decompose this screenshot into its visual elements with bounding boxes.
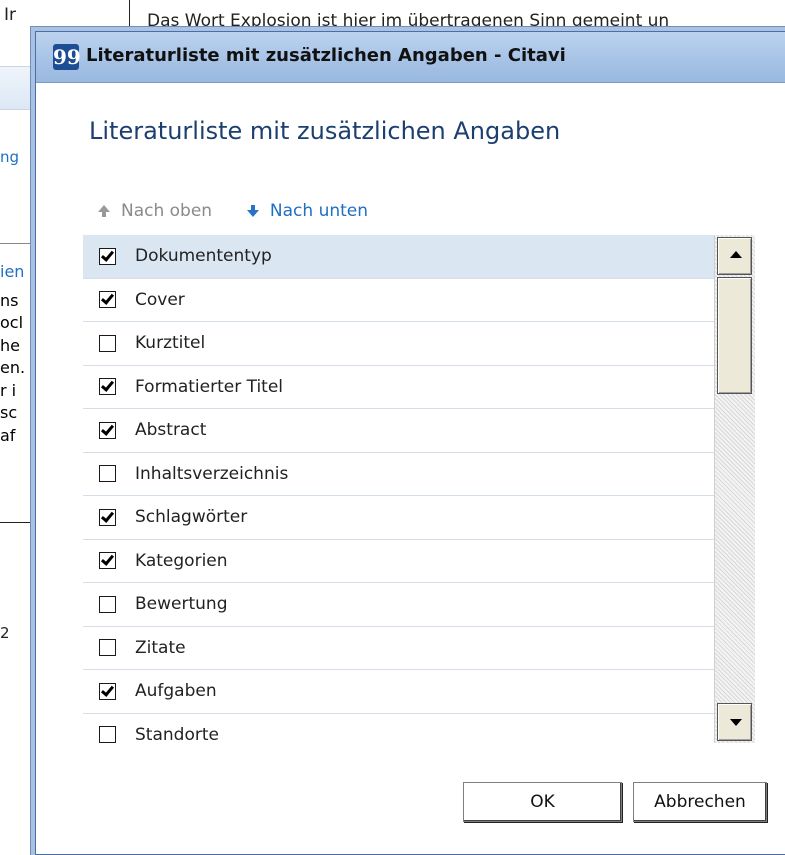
scroll-thumb[interactable] xyxy=(717,277,752,394)
item-label: Schlagwörter xyxy=(135,507,248,528)
list-item[interactable]: Abstract xyxy=(83,409,714,453)
item-checkbox[interactable] xyxy=(99,682,116,700)
background-number: 2 xyxy=(0,624,10,642)
background-link[interactable]: ng xyxy=(0,148,19,166)
scroll-down-button[interactable] xyxy=(717,703,752,741)
item-checkbox[interactable] xyxy=(99,595,116,613)
scroll-up-button[interactable] xyxy=(717,237,752,275)
background-line: he xyxy=(0,335,20,355)
list-item[interactable]: Dokumententyp xyxy=(83,235,714,279)
item-checkbox[interactable] xyxy=(99,465,116,483)
item-checkbox[interactable] xyxy=(99,334,116,352)
item-label: Standorte xyxy=(135,724,219,743)
list-item[interactable]: Cover xyxy=(83,279,714,322)
move-down-button[interactable]: Nach unten xyxy=(245,201,368,221)
citavi-dialog: 99 Literaturliste mit zusätzlichen Angab… xyxy=(35,31,785,855)
item-checkbox[interactable] xyxy=(99,726,116,743)
list-item[interactable]: Standorte xyxy=(83,714,714,743)
item-label: Formatierter Titel xyxy=(135,376,284,397)
item-label: Inhaltsverzeichnis xyxy=(135,463,289,484)
list-item[interactable]: Bewertung xyxy=(83,583,714,627)
item-checkbox[interactable] xyxy=(99,639,116,657)
list-item[interactable]: Kategorien xyxy=(83,540,714,583)
background-line: sc xyxy=(0,403,18,422)
list-item[interactable]: Inhaltsverzeichnis xyxy=(83,453,714,496)
item-label: Bewertung xyxy=(135,594,228,615)
item-label: Dokumententyp xyxy=(135,246,272,267)
move-toolbar: Nach oben Nach unten xyxy=(96,201,368,224)
list-item[interactable]: Zitate xyxy=(83,627,714,670)
item-label: Cover xyxy=(135,289,185,310)
item-label: Zitate xyxy=(135,637,186,658)
item-label: Aufgaben xyxy=(135,681,217,702)
item-checkbox[interactable] xyxy=(99,552,116,570)
dialog-title: Literaturliste mit zusätzlichen Angaben … xyxy=(86,45,566,66)
move-up-button[interactable]: Nach oben xyxy=(96,201,212,221)
item-checkbox[interactable] xyxy=(99,291,116,309)
dialog-titlebar[interactable]: 99 Literaturliste mit zusätzlichen Angab… xyxy=(36,32,785,83)
item-label: Kurztitel xyxy=(135,333,206,354)
item-checkbox[interactable] xyxy=(99,508,116,526)
item-checkbox[interactable] xyxy=(99,247,116,265)
background-paragraph: Das Wort Explosion ist hier im übertrage… xyxy=(147,11,670,31)
item-label: Abstract xyxy=(135,420,207,441)
move-up-label: Nach oben xyxy=(121,201,213,221)
background-text-lines: ien ns ocl he en. r i sc af xyxy=(0,261,40,447)
list-item[interactable]: Kurztitel xyxy=(83,322,714,366)
item-label: Kategorien xyxy=(135,550,228,571)
background-tab-text: Ir xyxy=(4,5,17,25)
background-line: ns xyxy=(0,290,19,310)
item-checkbox[interactable] xyxy=(99,421,116,439)
list-item[interactable]: Aufgaben xyxy=(83,670,714,714)
background-line: en. xyxy=(0,358,26,377)
citavi-app-icon: 99 xyxy=(53,44,81,70)
item-checkbox[interactable] xyxy=(99,378,116,396)
list-item[interactable]: Formatierter Titel xyxy=(83,366,714,409)
ok-button[interactable]: OK xyxy=(463,782,622,822)
list-item[interactable]: Schlagwörter xyxy=(83,496,714,540)
dialog-heading: Literaturliste mit zusätzlichen Angaben xyxy=(89,117,561,145)
move-down-label: Nach unten xyxy=(269,201,369,221)
arrow-down-icon xyxy=(246,205,259,217)
field-list[interactable]: Dokumententyp Cover Kurztitel Formatierter … xyxy=(83,235,756,743)
cancel-button[interactable]: Abbrechen xyxy=(633,782,767,822)
background-line: r i xyxy=(0,380,17,400)
background-line: ocl xyxy=(0,313,24,332)
arrow-up-icon xyxy=(98,205,110,217)
background-line: af xyxy=(0,425,16,445)
list-scrollbar[interactable] xyxy=(714,235,755,743)
background-line: ien xyxy=(0,262,25,281)
